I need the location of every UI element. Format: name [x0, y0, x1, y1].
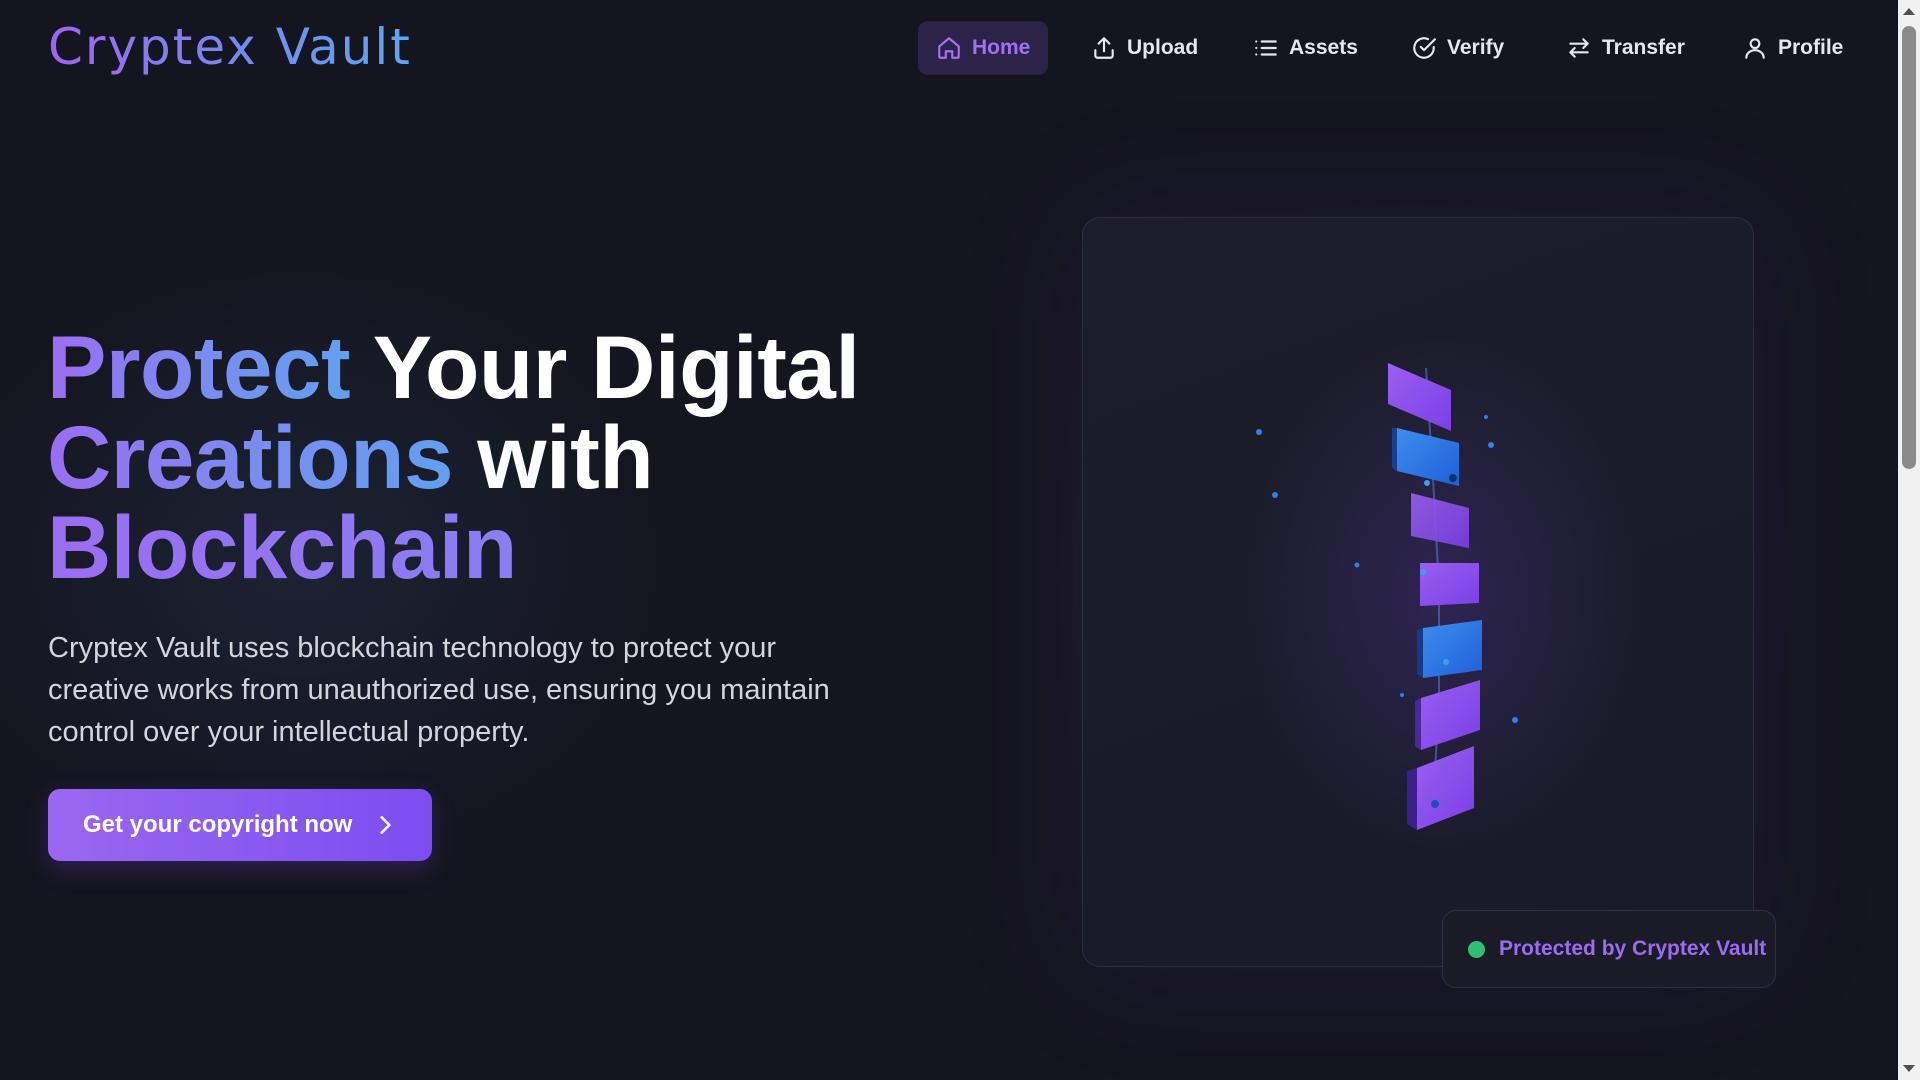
- nav-item-upload[interactable]: Upload: [1073, 21, 1208, 75]
- nav-label-profile: Profile: [1778, 36, 1844, 59]
- scroll-up-arrow-icon[interactable]: [1903, 8, 1915, 15]
- nav-item-assets[interactable]: Assets: [1235, 21, 1367, 75]
- scroll-thumb[interactable]: [1902, 26, 1916, 469]
- list-icon: [1255, 40, 1277, 56]
- hero-headline: Protect Your Digital Creations with Bloc…: [47, 322, 927, 592]
- hero-description: Cryptex Vault uses blockchain technology…: [48, 632, 830, 748]
- status-dot: [1468, 940, 1485, 958]
- blockchain-visual-panel: [1082, 217, 1754, 967]
- nav-item-home[interactable]: Home: [918, 21, 1048, 75]
- home-icon: [938, 37, 960, 59]
- transfer-arrows-icon: [1569, 38, 1589, 58]
- badge-text: Protected by Cryptex Vault: [1499, 937, 1767, 960]
- scroll-down-arrow-icon[interactable]: [1903, 1065, 1915, 1072]
- nav-item-verify[interactable]: Verify: [1393, 21, 1523, 75]
- page-scrollbar[interactable]: [1898, 0, 1920, 1080]
- headline-with: with: [453, 407, 654, 507]
- nav-item-transfer[interactable]: Transfer: [1548, 21, 1698, 75]
- headline-protect: Protect: [47, 317, 351, 417]
- headline-your-digital: Your Digital: [350, 317, 860, 417]
- cta-label: Get your copyright now: [83, 811, 353, 838]
- check-circle-icon: [1413, 37, 1436, 59]
- get-copyright-button[interactable]: Get your copyright now: [48, 789, 432, 861]
- upload-icon: [1094, 37, 1114, 59]
- protected-status-badge: Protected by Cryptex Vault: [1442, 910, 1776, 988]
- nav-label-assets: Assets: [1289, 36, 1358, 59]
- chevron-right-icon: [380, 816, 391, 834]
- page: Cryptex Vault Home Upload Assets Verify …: [0, 0, 1920, 1080]
- user-icon: [1745, 38, 1765, 59]
- blockchain-blocks-illustration: [1243, 338, 1643, 858]
- brand-logo[interactable]: Cryptex Vault: [48, 18, 412, 76]
- nav-item-profile[interactable]: Profile: [1724, 21, 1849, 75]
- headline-creations: Creations: [47, 407, 454, 507]
- nav-label-transfer: Transfer: [1602, 36, 1685, 59]
- nav-label-home: Home: [972, 36, 1031, 59]
- nav-label-upload: Upload: [1127, 36, 1199, 59]
- headline-blockchain: Blockchain: [47, 497, 517, 597]
- nav-label-verify: Verify: [1447, 36, 1505, 59]
